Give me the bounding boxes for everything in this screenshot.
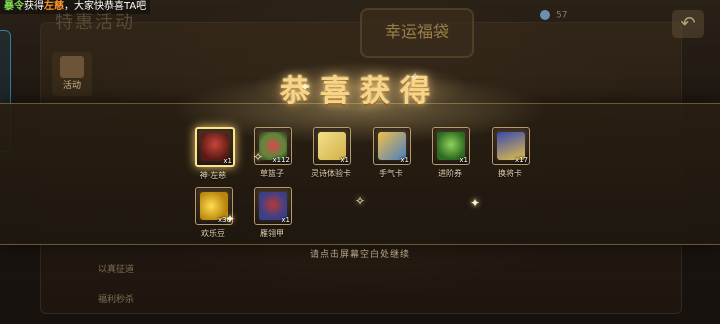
bg-list-item[interactable]: 福利秒杀 [98, 292, 134, 305]
reward-item-quantity: x1 [223, 157, 232, 165]
reward-item-quantity: x1 [459, 156, 468, 164]
reward-item-name: 进阶券 [438, 169, 462, 178]
reward-item[interactable]: x1 手气卡 [373, 127, 413, 179]
sparkle-icon: ✦ [300, 80, 311, 94]
reward-item-quantity: x112 [272, 156, 290, 164]
reward-item-quantity: x17 [514, 156, 528, 164]
reward-item-name: 雁翎甲 [260, 229, 284, 238]
reward-title: 恭喜获得 [280, 74, 440, 109]
reward-item-name: 欢乐豆 [201, 229, 225, 238]
ticker-item: 左慈 [44, 1, 64, 12]
reward-item-name: 换将卡 [498, 169, 522, 178]
ticker-verb: 获得 [24, 1, 44, 12]
reward-item[interactable]: x17 换将卡 [492, 127, 532, 179]
ticker-player-name: 暴令 [4, 1, 24, 12]
continue-hint: 请点击屏幕空白处继续 [309, 250, 410, 260]
reward-item[interactable]: x1 进阶券 [432, 127, 472, 179]
reward-item-frame[interactable]: x1 [432, 127, 470, 165]
sparkle-icon: ✧ [410, 70, 421, 84]
reward-item-frame[interactable]: x1 [313, 127, 351, 165]
ticker-message: ，大家快恭喜TA吧 [64, 1, 147, 12]
sparkle-icon: ✧ [253, 150, 264, 164]
top-stat-value: 57 [556, 10, 568, 21]
sparkle-icon: ✦ [470, 196, 481, 210]
reward-item-frame[interactable]: x1 [373, 127, 411, 165]
reward-item-quantity: x1 [281, 216, 290, 224]
reward-item-frame[interactable]: x17 [492, 127, 530, 165]
top-stat: 57 [540, 10, 567, 21]
bg-list-item[interactable]: 以真征道 [98, 262, 134, 275]
currency-icon [540, 10, 550, 20]
reward-item-name: 神·左慈 [199, 171, 227, 180]
sparkle-icon: ✦ [225, 212, 236, 226]
reward-item-name: 手气卡 [379, 169, 403, 178]
reward-item-frame[interactable]: x1 [195, 127, 235, 167]
reward-item[interactable]: x1 神·左慈 [195, 127, 235, 181]
reward-item-name: 灵诗体验卡 [311, 169, 351, 178]
lucky-bag-sign: 幸运福袋 [360, 8, 474, 58]
broadcast-ticker: 暴令获得左慈，大家快恭喜TA吧 [0, 0, 151, 14]
reward-item[interactable]: x1 灵诗体验卡 [311, 127, 353, 179]
reward-item-quantity: x1 [400, 156, 409, 164]
reward-item[interactable]: x1 雁翎甲 [254, 187, 294, 239]
back-button[interactable]: ↶ [672, 10, 704, 38]
reward-item-frame[interactable]: x1 [254, 187, 292, 225]
reward-item-quantity: x1 [340, 156, 349, 164]
reward-item-name: 草篮子 [260, 169, 284, 178]
back-arrow-icon: ↶ [680, 13, 696, 34]
sparkle-icon: ✧ [355, 194, 366, 208]
